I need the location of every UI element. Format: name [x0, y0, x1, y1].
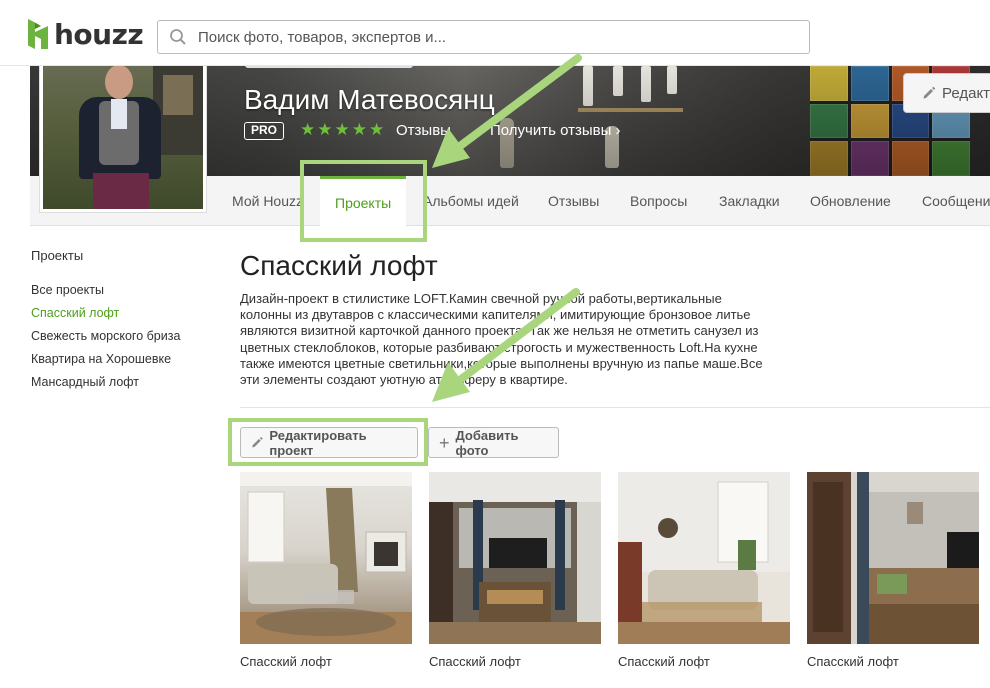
star-icon: ★ [369, 120, 385, 139]
tab-messages[interactable]: Сообщени [922, 176, 990, 226]
page: houzz Редакт Вадим Матевосянц PRO ★ [0, 0, 990, 688]
pencil-icon [923, 86, 936, 99]
project-photo[interactable] [807, 472, 979, 644]
project-photo[interactable] [240, 472, 412, 644]
tab-updates[interactable]: Обновление [810, 176, 891, 226]
add-photo-label: Добавить фото [455, 427, 519, 458]
houzz-logo[interactable]: houzz [28, 17, 144, 51]
rating-stars: ★ ★ ★ ★ ★ [300, 120, 384, 140]
tab-idea-books[interactable]: Альбомы идей [423, 176, 519, 226]
profile-name: Вадим Матевосянц [244, 84, 495, 115]
search-icon [158, 21, 198, 53]
sidebar-item-all-projects[interactable]: Все проекты [31, 282, 180, 305]
edit-profile-button[interactable]: Редакт [903, 73, 990, 113]
avatar-figure [105, 65, 133, 99]
search-input[interactable] [198, 22, 809, 52]
tab-bookmarks[interactable]: Закладки [719, 176, 780, 226]
reviews-link[interactable]: Отзывы [396, 122, 451, 139]
top-bar: houzz [0, 0, 990, 66]
get-reviews-link[interactable]: Получить отзывы › [490, 122, 621, 139]
logo-text: houzz [54, 17, 144, 51]
highlight-box-projects-tab [300, 160, 427, 242]
avatar[interactable] [40, 52, 206, 212]
sidebar-item-khoroshevka[interactable]: Квартира на Хорошевке [31, 351, 180, 374]
pro-badge: PRO [244, 122, 285, 140]
sidebar-item-attic-loft[interactable]: Мансардный лофт [31, 374, 180, 397]
project-title: Спасский лофт [240, 250, 438, 281]
project-description: Дизайн-проект в стилистике LOFT.Камин св… [240, 291, 763, 388]
avatar-figure [111, 99, 127, 129]
photo-caption[interactable]: Спасский лофт [807, 654, 899, 669]
star-icon: ★ [334, 120, 350, 139]
houzz-logo-icon [28, 19, 48, 49]
plus-icon: + [439, 432, 450, 453]
photo-caption[interactable]: Спасский лофт [618, 654, 710, 669]
photo-caption[interactable]: Спасский лофт [429, 654, 521, 669]
star-icon: ★ [351, 120, 367, 139]
project-photo[interactable] [618, 472, 790, 644]
sidebar-title: Проекты [31, 248, 84, 263]
sidebar-item-spassky-loft[interactable]: Спасский лофт [31, 305, 180, 328]
avatar-bg [163, 75, 193, 115]
sidebar-item-sea-breeze[interactable]: Свежесть морского бриза [31, 328, 180, 351]
add-photo-button[interactable]: + Добавить фото [428, 427, 559, 458]
photo-caption[interactable]: Спасский лофт [240, 654, 332, 669]
project-photo[interactable] [429, 472, 601, 644]
avatar-figure [93, 173, 149, 209]
tab-my-houzz[interactable]: Мой Houzz [232, 176, 303, 226]
edit-profile-label: Редакт [942, 84, 990, 102]
sidebar-project-list: Все проекты Спасский лофт Свежесть морск… [31, 282, 180, 397]
tab-questions[interactable]: Вопросы [630, 176, 687, 226]
divider [240, 407, 990, 408]
search-box[interactable] [157, 20, 810, 54]
star-icon: ★ [317, 120, 333, 139]
star-icon: ★ [300, 120, 316, 139]
tab-reviews[interactable]: Отзывы [548, 176, 599, 226]
highlight-box-edit-project [228, 418, 428, 466]
